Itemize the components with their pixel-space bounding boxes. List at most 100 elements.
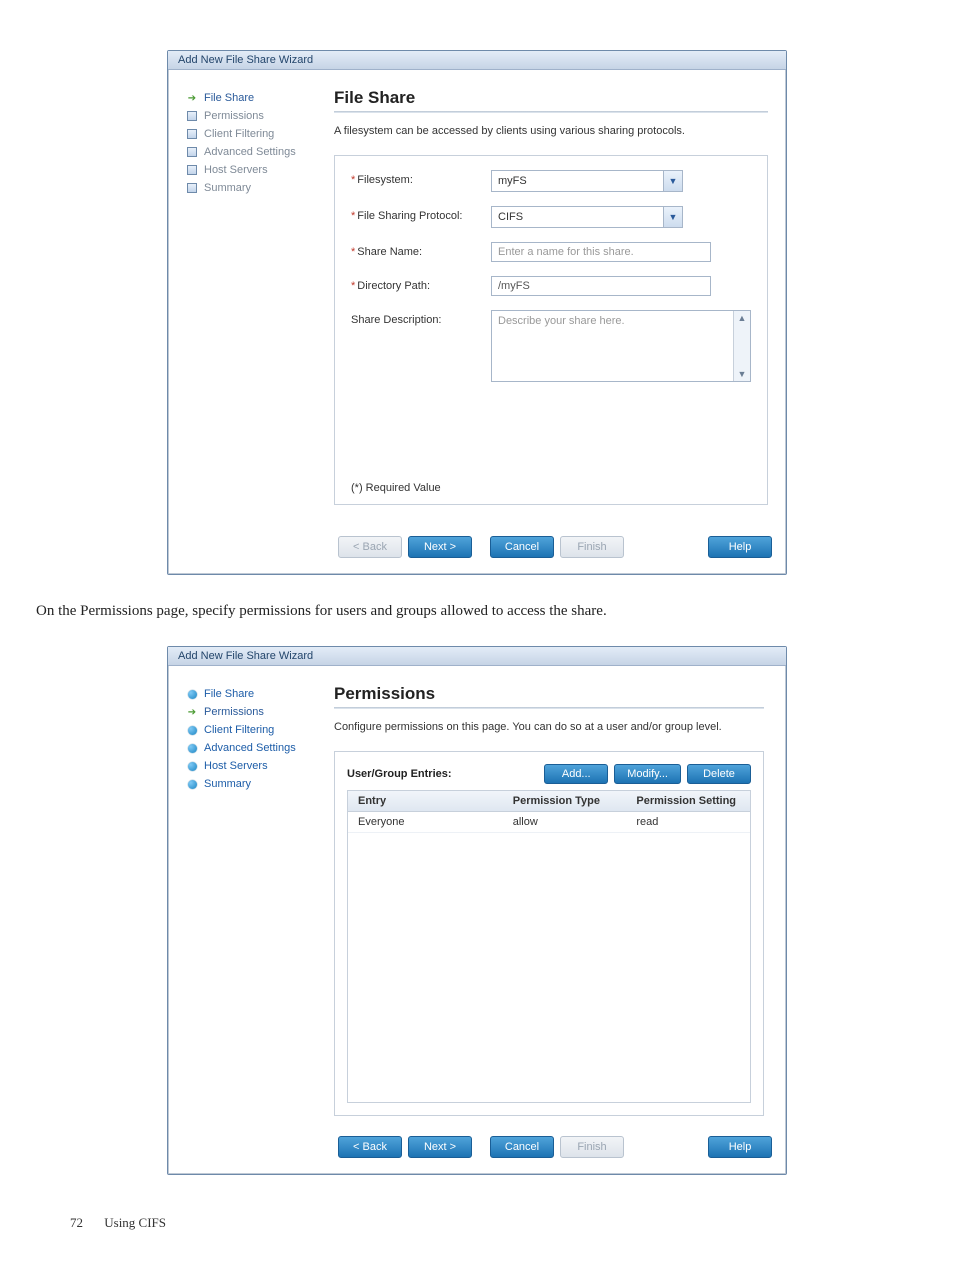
wizard-main: Permissions Configure permissions on thi… xyxy=(326,682,772,1116)
finish-button: Finish xyxy=(560,1136,624,1158)
filesystem-input[interactable] xyxy=(492,171,663,191)
back-button: < Back xyxy=(338,536,402,558)
wizard-titlebar: Add New File Share Wizard xyxy=(168,51,786,70)
step-host-servers[interactable]: Host Servers xyxy=(186,164,326,176)
step-client-filtering[interactable]: Client Filtering xyxy=(186,724,326,736)
help-button[interactable]: Help xyxy=(708,536,772,558)
step-permissions[interactable]: Permissions xyxy=(186,110,326,122)
square-icon xyxy=(186,146,198,158)
delete-button[interactable]: Delete xyxy=(687,764,751,784)
wizard-permissions: Add New File Share Wizard File Share ➔ P… xyxy=(167,646,787,1175)
step-label: File Share xyxy=(204,688,254,700)
step-file-share[interactable]: ➔ File Share xyxy=(186,92,326,104)
wizard-steps: File Share ➔ Permissions Client Filterin… xyxy=(182,682,326,1116)
table-row[interactable]: Everyone allow read xyxy=(348,812,750,833)
panel-description: A filesystem can be accessed by clients … xyxy=(334,125,768,137)
square-icon xyxy=(186,128,198,140)
add-button[interactable]: Add... xyxy=(544,764,608,784)
step-label: Advanced Settings xyxy=(204,742,296,754)
step-label: Permissions xyxy=(204,110,264,122)
required-star-icon: * xyxy=(351,280,355,292)
step-label: Summary xyxy=(204,182,251,194)
directory-path-input[interactable] xyxy=(491,276,711,296)
finish-button: Finish xyxy=(560,536,624,558)
cancel-button[interactable]: Cancel xyxy=(490,536,554,558)
protocol-combo[interactable]: ▼ xyxy=(491,206,683,228)
required-note: (*) Required Value xyxy=(351,482,441,494)
description-textarea-wrap: ▲ ▼ xyxy=(491,310,751,382)
step-label: Host Servers xyxy=(204,760,268,772)
done-dot-icon xyxy=(186,688,198,700)
step-host-servers[interactable]: Host Servers xyxy=(186,760,326,772)
help-button[interactable]: Help xyxy=(708,1136,772,1158)
scroll-up-icon[interactable]: ▲ xyxy=(738,313,747,323)
next-button[interactable]: Next > xyxy=(408,536,472,558)
done-dot-icon xyxy=(186,778,198,790)
chevron-down-icon[interactable]: ▼ xyxy=(663,207,682,227)
chevron-down-icon[interactable]: ▼ xyxy=(663,171,682,191)
table-body: Everyone allow read xyxy=(348,812,750,1102)
wizard-body: File Share ➔ Permissions Client Filterin… xyxy=(168,666,786,1126)
wizard-title: Add New File Share Wizard xyxy=(178,650,313,662)
field-directory-path: *Directory Path: xyxy=(351,276,751,296)
step-label: Advanced Settings xyxy=(204,146,296,158)
field-protocol: *File Sharing Protocol: ▼ xyxy=(351,206,751,228)
filesystem-combo[interactable]: ▼ xyxy=(491,170,683,192)
step-summary[interactable]: Summary xyxy=(186,182,326,194)
arrow-icon: ➔ xyxy=(186,92,198,104)
wizard-file-share: Add New File Share Wizard ➔ File Share P… xyxy=(167,50,787,575)
panel-title: Permissions xyxy=(334,684,764,704)
field-description: Share Description: ▲ ▼ xyxy=(351,310,751,382)
share-name-input[interactable] xyxy=(491,242,711,262)
table-header: Entry Permission Type Permission Setting xyxy=(348,791,750,812)
step-permissions[interactable]: ➔ Permissions xyxy=(186,706,326,718)
modify-button[interactable]: Modify... xyxy=(614,764,681,784)
wizard-main: File Share A filesystem can be accessed … xyxy=(326,86,776,516)
field-label: *Directory Path: xyxy=(351,276,491,292)
step-advanced-settings[interactable]: Advanced Settings xyxy=(186,742,326,754)
field-label: *Share Name: xyxy=(351,242,491,258)
arrow-icon: ➔ xyxy=(186,706,198,718)
required-star-icon: * xyxy=(351,246,355,258)
step-label: Client Filtering xyxy=(204,724,274,736)
entries-label: User/Group Entries: xyxy=(347,768,538,780)
permissions-table: Entry Permission Type Permission Setting… xyxy=(347,790,751,1103)
scrollbar[interactable]: ▲ ▼ xyxy=(733,311,750,381)
cancel-button[interactable]: Cancel xyxy=(490,1136,554,1158)
back-button[interactable]: < Back xyxy=(338,1136,402,1158)
next-button[interactable]: Next > xyxy=(408,1136,472,1158)
field-label: *Filesystem: xyxy=(351,170,491,186)
step-label: Summary xyxy=(204,778,251,790)
step-label: File Share xyxy=(204,92,254,104)
field-share-name: *Share Name: xyxy=(351,242,751,262)
wizard-footer: < Back Next > Cancel Finish Help xyxy=(168,526,786,574)
cell-setting: read xyxy=(626,812,750,832)
col-permission-type: Permission Type xyxy=(503,791,627,811)
panel-title: File Share xyxy=(334,88,768,108)
square-icon xyxy=(186,164,198,176)
wizard-titlebar: Add New File Share Wizard xyxy=(168,647,786,666)
field-label: *File Sharing Protocol: xyxy=(351,206,491,222)
step-file-share[interactable]: File Share xyxy=(186,688,326,700)
scroll-down-icon[interactable]: ▼ xyxy=(738,369,747,379)
entries-header: User/Group Entries: Add... Modify... Del… xyxy=(347,764,751,784)
step-label: Permissions xyxy=(204,706,264,718)
field-filesystem: *Filesystem: ▼ xyxy=(351,170,751,192)
cell-type: allow xyxy=(503,812,627,832)
col-entry: Entry xyxy=(348,791,503,811)
form-box: *Filesystem: ▼ *File Sharing Protocol: ▼ xyxy=(334,155,768,505)
step-client-filtering[interactable]: Client Filtering xyxy=(186,128,326,140)
required-star-icon: * xyxy=(351,210,355,222)
step-summary[interactable]: Summary xyxy=(186,778,326,790)
page-number: 72 xyxy=(70,1215,83,1230)
form-box: User/Group Entries: Add... Modify... Del… xyxy=(334,751,764,1116)
col-permission-setting: Permission Setting xyxy=(626,791,750,811)
wizard-steps: ➔ File Share Permissions Client Filterin… xyxy=(182,86,326,516)
protocol-input[interactable] xyxy=(492,207,663,227)
square-icon xyxy=(186,110,198,122)
step-advanced-settings[interactable]: Advanced Settings xyxy=(186,146,326,158)
step-label: Host Servers xyxy=(204,164,268,176)
description-textarea[interactable] xyxy=(492,311,733,381)
field-label: Share Description: xyxy=(351,310,491,326)
step-label: Client Filtering xyxy=(204,128,274,140)
